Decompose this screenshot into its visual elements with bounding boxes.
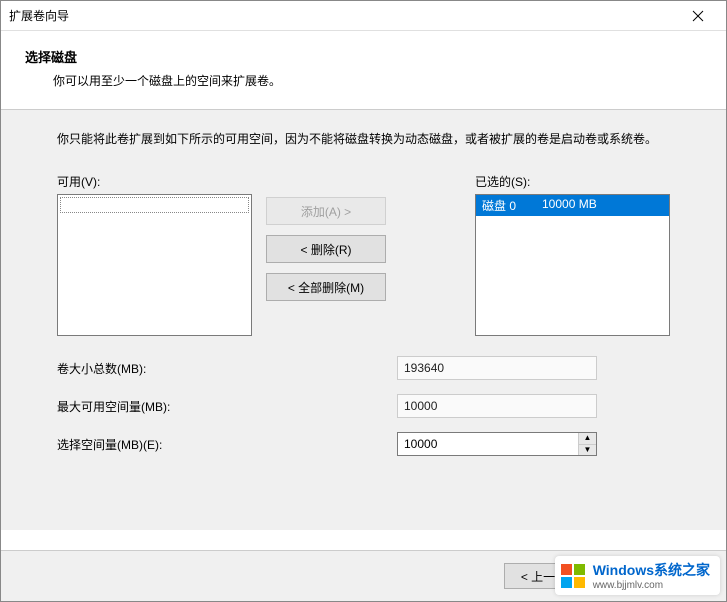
available-column: 可用(V):	[57, 173, 252, 336]
selected-label: 已选的(S):	[475, 173, 670, 190]
transfer-buttons: 添加(A) > < 删除(R) < 全部删除(M)	[266, 173, 386, 336]
select-space-input[interactable]	[398, 433, 578, 455]
available-empty-row	[60, 197, 249, 213]
selected-listbox[interactable]: 磁盘 0 10000 MB	[475, 194, 670, 336]
close-button[interactable]	[678, 2, 718, 30]
total-size-value: 193640	[397, 356, 597, 380]
list-item[interactable]: 磁盘 0 10000 MB	[476, 195, 669, 216]
add-button[interactable]: 添加(A) >	[266, 197, 386, 225]
wizard-header: 选择磁盘 你可以用至少一个磁盘上的空间来扩展卷。	[1, 31, 726, 109]
watermark-url: www.bjjmlv.com	[593, 580, 710, 591]
disk-size: 10000 MB	[542, 197, 597, 214]
disk-name: 磁盘 0	[482, 197, 542, 214]
page-subtitle: 你可以用至少一个磁盘上的空间来扩展卷。	[25, 72, 702, 89]
window-title: 扩展卷向导	[9, 7, 69, 24]
remove-button[interactable]: < 删除(R)	[266, 235, 386, 263]
watermark-text: Windows系统之家 www.bjjmlv.com	[593, 560, 710, 591]
spinner-buttons: ▲ ▼	[578, 433, 596, 455]
close-icon	[692, 10, 704, 22]
select-space-label: 选择空间量(MB)(E):	[57, 436, 397, 453]
page-title: 选择磁盘	[25, 47, 702, 66]
windows-logo-icon	[559, 562, 587, 590]
size-form: 卷大小总数(MB): 193640 最大可用空间量(MB): 10000 选择空…	[57, 356, 670, 456]
max-space-value: 10000	[397, 394, 597, 418]
titlebar: 扩展卷向导	[1, 1, 726, 31]
select-space-spinner: ▲ ▼	[397, 432, 597, 456]
watermark: Windows系统之家 www.bjjmlv.com	[555, 556, 720, 595]
spinner-down-button[interactable]: ▼	[579, 445, 596, 456]
explain-text: 你只能将此卷扩展到如下所示的可用空间，因为不能将磁盘转换为动态磁盘，或者被扩展的…	[57, 130, 670, 149]
max-space-row: 最大可用空间量(MB): 10000	[57, 394, 670, 418]
wizard-window: 扩展卷向导 选择磁盘 你可以用至少一个磁盘上的空间来扩展卷。 你只能将此卷扩展到…	[0, 0, 727, 602]
total-size-label: 卷大小总数(MB):	[57, 360, 397, 377]
available-label: 可用(V):	[57, 173, 252, 190]
watermark-title: Windows系统之家	[593, 560, 710, 580]
wizard-content: 你只能将此卷扩展到如下所示的可用空间，因为不能将磁盘转换为动态磁盘，或者被扩展的…	[1, 110, 726, 530]
spinner-up-button[interactable]: ▲	[579, 433, 596, 445]
total-size-row: 卷大小总数(MB): 193640	[57, 356, 670, 380]
available-listbox[interactable]	[57, 194, 252, 336]
selected-column: 已选的(S): 磁盘 0 10000 MB	[475, 173, 670, 336]
remove-all-button[interactable]: < 全部删除(M)	[266, 273, 386, 301]
select-space-row: 选择空间量(MB)(E): ▲ ▼	[57, 432, 670, 456]
disk-selection-area: 可用(V): 添加(A) > < 删除(R) < 全部删除(M) 已选的(S):…	[57, 173, 670, 336]
max-space-label: 最大可用空间量(MB):	[57, 398, 397, 415]
